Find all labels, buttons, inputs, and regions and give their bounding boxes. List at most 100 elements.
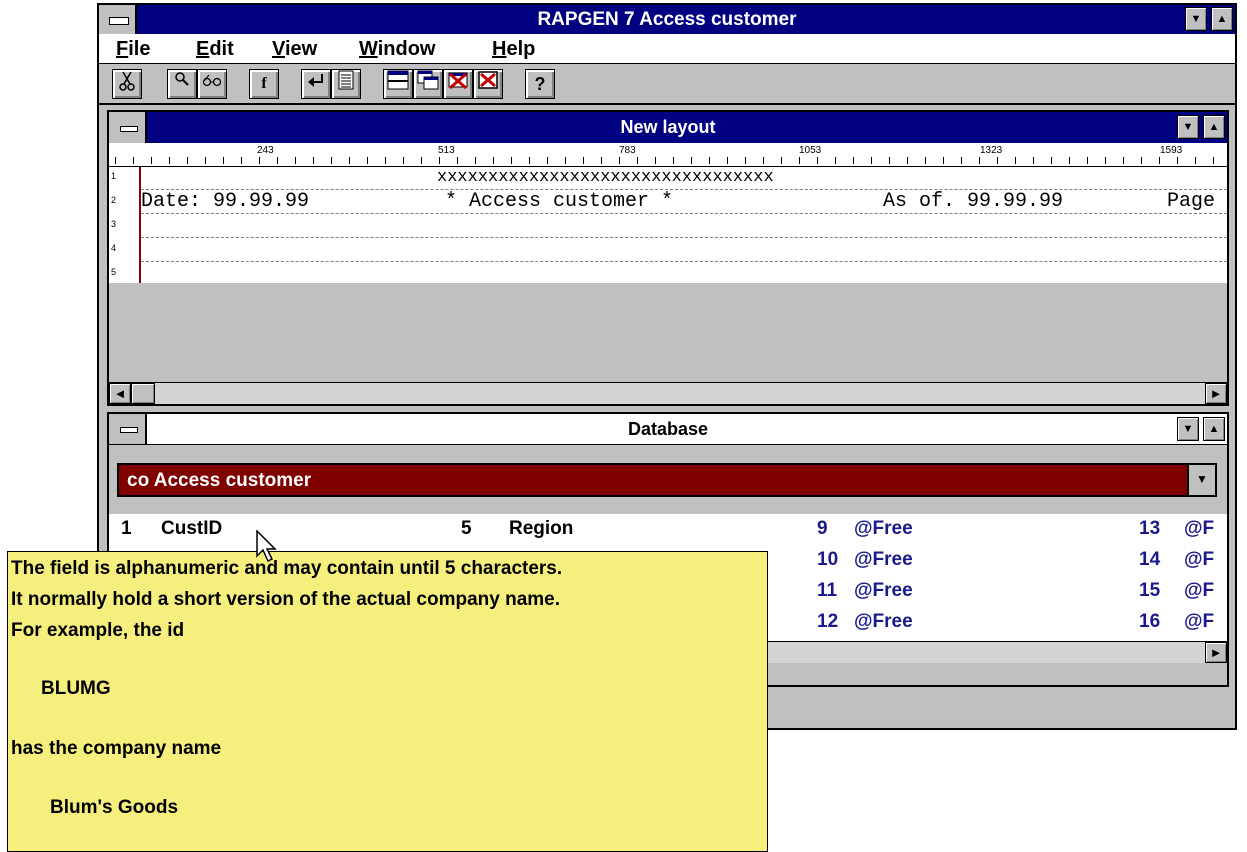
tooltip-line: For example, the id <box>11 620 185 641</box>
ruler-tick <box>655 157 656 164</box>
function-icon[interactable]: f <box>249 69 279 99</box>
split-window-icon[interactable] <box>383 69 413 99</box>
close-window-icon[interactable] <box>473 69 503 99</box>
print-delete-icon[interactable] <box>443 69 473 99</box>
dropdown-arrow-icon[interactable]: ▼ <box>1187 465 1215 495</box>
line-number: 5 <box>111 267 117 277</box>
database-selector-text: co Access customer <box>127 470 312 491</box>
ruler-tick <box>601 157 602 164</box>
layout-title: New layout <box>620 117 716 137</box>
field-name[interactable]: CustID <box>161 518 222 540</box>
field-number: 14 <box>1139 549 1161 570</box>
ruler-tick <box>763 157 764 164</box>
scissors-icon[interactable] <box>112 69 142 99</box>
ruler-tick <box>781 157 782 164</box>
ruler-tick <box>871 157 872 164</box>
field-name[interactable]: @F <box>1184 549 1214 571</box>
ruler-tick <box>421 157 422 164</box>
app-title-bar[interactable]: RAPGEN 7 Access customer ▼ ▲ <box>99 5 1235 34</box>
ruler-tick <box>1177 157 1178 164</box>
scroll-right-icon[interactable]: ► <box>1205 383 1227 404</box>
scroll-thumb[interactable] <box>131 383 155 404</box>
help-icon[interactable]: ? <box>525 69 555 99</box>
ruler-tick <box>115 157 116 164</box>
text-lines-icon[interactable] <box>331 69 361 99</box>
mouse-cursor-icon <box>256 529 280 569</box>
ruler-tick <box>979 157 980 164</box>
ruler-tick <box>1087 157 1088 164</box>
minimize-button[interactable]: ▼ <box>1185 7 1207 31</box>
ruler-tick <box>727 157 728 164</box>
menu-edit[interactable]: Edit <box>196 38 234 61</box>
field-help-tooltip: The field is alphanumeric and may contai… <box>7 551 768 852</box>
menu-file[interactable]: File <box>116 38 150 61</box>
field-name[interactable]: Region <box>509 518 573 540</box>
ruler-number: 513 <box>438 145 455 156</box>
field-number: 13 <box>1139 518 1161 539</box>
ruler-tick <box>475 157 476 164</box>
field-name[interactable]: @F <box>1184 611 1214 633</box>
field-name[interactable]: @Free <box>854 580 913 602</box>
tooltip-line: The field is alphanumeric and may contai… <box>11 558 563 579</box>
toolbar: f ? <box>99 65 1235 105</box>
database-title-bar[interactable]: Database ▼ ▲ <box>109 414 1227 445</box>
database-minimize-button[interactable]: ▼ <box>1177 417 1199 441</box>
ruler-tick <box>187 157 188 164</box>
database-title: Database <box>627 419 709 439</box>
line-number: 1 <box>111 171 117 181</box>
cascade-window-icon[interactable] <box>413 69 443 99</box>
database-selector[interactable]: co Access customer ▼ <box>117 463 1217 497</box>
menu-help[interactable]: Help <box>492 38 535 61</box>
ruler-tick <box>259 157 260 164</box>
field-name[interactable]: @F <box>1184 518 1214 540</box>
ruler-tick <box>1069 157 1070 164</box>
field-number: 15 <box>1139 580 1161 601</box>
tooltip-example-id: BLUMG <box>41 678 111 699</box>
ruler-tick <box>691 157 692 164</box>
glasses-icon[interactable] <box>197 69 227 99</box>
layout-title-field[interactable]: * Access customer * <box>445 190 673 213</box>
ruler-number: 783 <box>619 145 636 156</box>
ruler-tick <box>223 157 224 164</box>
ruler-tick <box>1015 157 1016 164</box>
ruler-tick <box>457 157 458 164</box>
ruler-tick <box>241 157 242 164</box>
ruler-tick <box>1213 157 1214 164</box>
ruler-number: 1323 <box>980 145 1003 156</box>
layout-line-1[interactable]: xxxxxxxxxxxxxxxxxxxxxxxxxxxxxxxxx <box>437 168 774 187</box>
layout-asof-field[interactable]: As of. 99.99.99 <box>883 190 1063 213</box>
field-number: 5 <box>461 518 472 539</box>
field-name[interactable]: @F <box>1184 580 1214 602</box>
field-name[interactable]: @Free <box>854 549 913 571</box>
ruler-tick <box>385 157 386 164</box>
line-separator <box>141 237 1227 238</box>
layout-editor[interactable]: 1 2 3 4 5 xxxxxxxxxxxxxxxxxxxxxxxxxxxxxx… <box>109 167 1227 283</box>
layout-page-field[interactable]: Page <box>1167 190 1215 213</box>
ruler-tick <box>673 157 674 164</box>
enter-icon[interactable] <box>301 69 331 99</box>
scroll-right-icon[interactable]: ► <box>1205 642 1227 663</box>
ruler-tick <box>403 157 404 164</box>
field-name[interactable]: @Free <box>854 518 913 540</box>
menu-window[interactable]: Window <box>359 38 435 61</box>
ruler-tick <box>1159 157 1160 164</box>
maximize-button[interactable]: ▲ <box>1211 7 1233 31</box>
field-number: 1 <box>121 518 132 539</box>
ruler-tick <box>1195 157 1196 164</box>
line-separator <box>141 213 1227 214</box>
layout-date-field[interactable]: Date: 99.99.99 <box>141 190 309 213</box>
layout-title-bar[interactable]: New layout ▼ ▲ <box>109 112 1227 143</box>
layout-window: New layout ▼ ▲ 243 513 783 1053 1323 159… <box>107 110 1229 406</box>
field-name[interactable]: @Free <box>854 611 913 633</box>
layout-maximize-button[interactable]: ▲ <box>1203 115 1225 139</box>
ruler-tick <box>169 157 170 164</box>
database-maximize-button[interactable]: ▲ <box>1203 417 1225 441</box>
layout-minimize-button[interactable]: ▼ <box>1177 115 1199 139</box>
layout-horizontal-scrollbar[interactable]: ◄ ► <box>109 382 1227 404</box>
ruler-tick <box>889 157 890 164</box>
search-icon[interactable] <box>167 69 197 99</box>
scroll-track[interactable] <box>155 383 1205 404</box>
scroll-left-icon[interactable]: ◄ <box>109 383 131 404</box>
menu-view[interactable]: View <box>272 38 317 61</box>
ruler-tick <box>619 157 620 164</box>
